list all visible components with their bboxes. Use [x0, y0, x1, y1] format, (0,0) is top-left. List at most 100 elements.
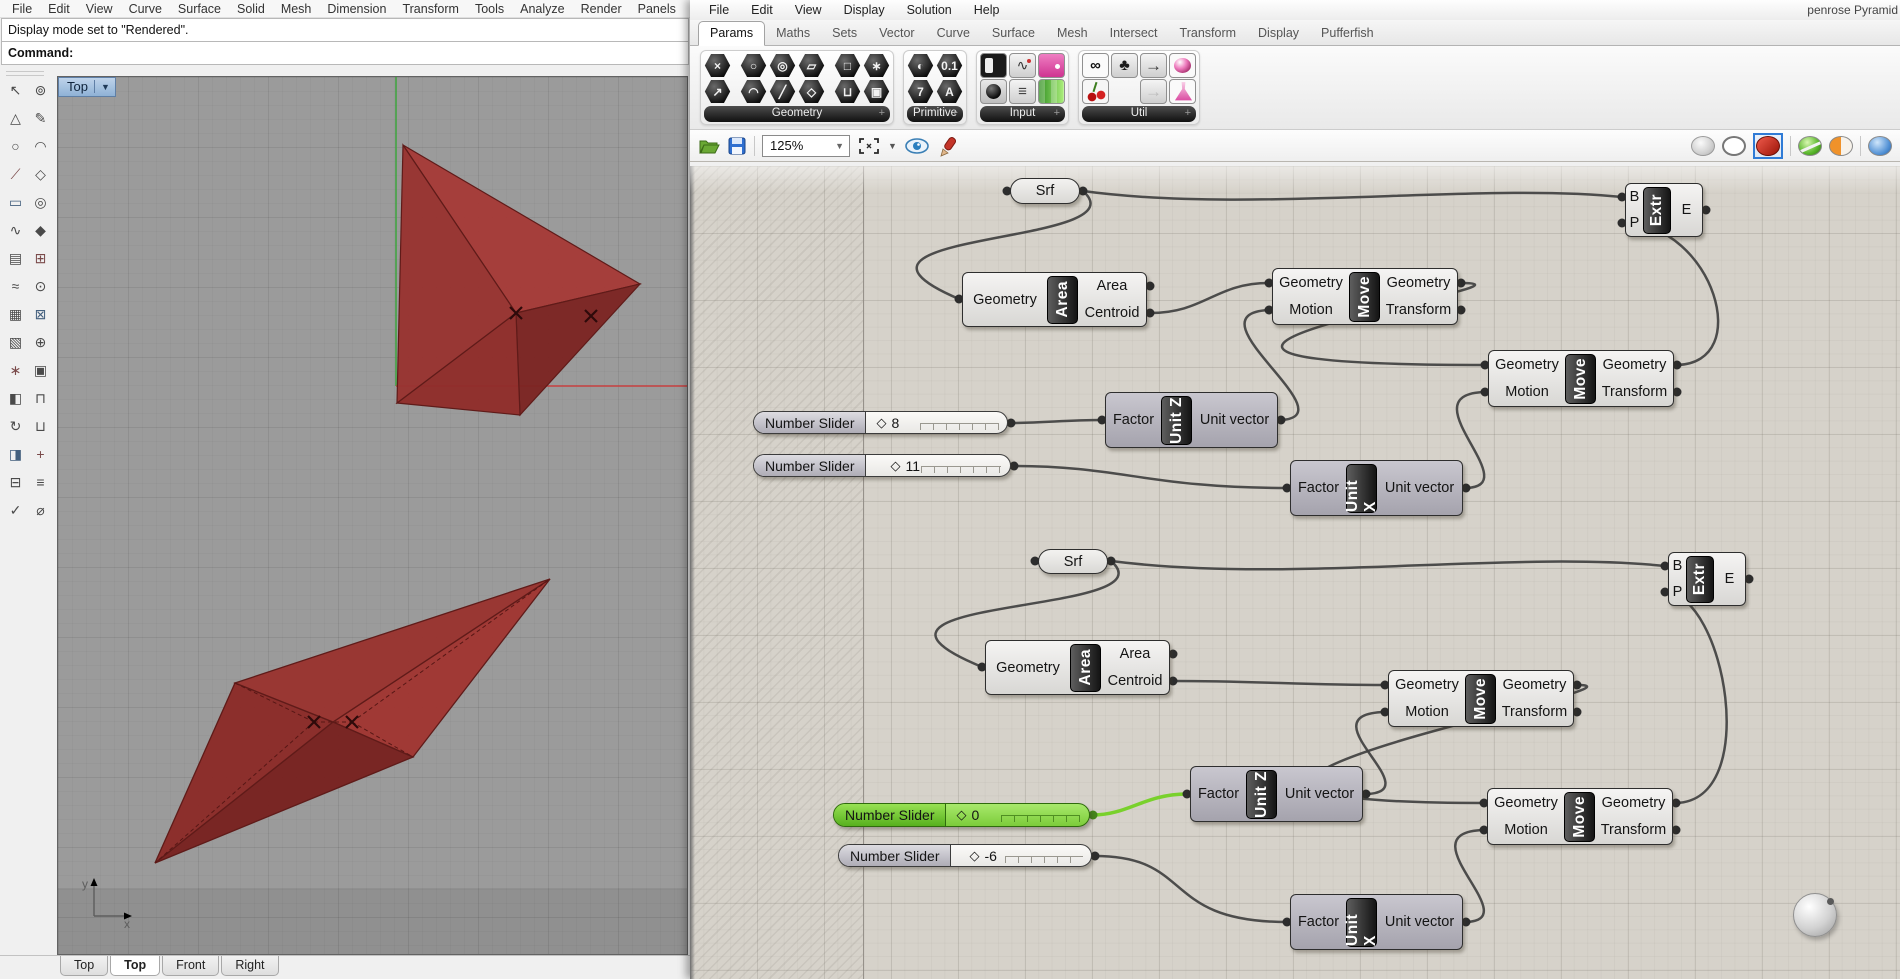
param-viewer-icon[interactable]: ∞: [1082, 53, 1109, 78]
number-slider-11[interactable]: Number Slider ◇ 11: [753, 454, 1011, 477]
group-menu-icon[interactable]: +: [879, 106, 885, 121]
solid-icon[interactable]: ◆: [28, 216, 53, 244]
component-tag[interactable]: Move: [1349, 272, 1380, 322]
rhino-menu-item[interactable]: Tools: [467, 2, 512, 16]
point-icon[interactable]: △: [3, 104, 28, 132]
param-vector-icon[interactable]: ↗: [704, 79, 731, 104]
sphere-icon[interactable]: ⊙: [28, 272, 53, 300]
tab-sets[interactable]: Sets: [821, 22, 868, 45]
param-number-icon[interactable]: 0.1: [936, 53, 963, 78]
param-arc-icon[interactable]: ◠: [740, 79, 767, 104]
output-ports[interactable]: E: [1714, 553, 1745, 605]
tab-display[interactable]: Display: [1247, 22, 1310, 45]
output-ports[interactable]: GeometryTransform: [1596, 351, 1673, 406]
tab-vector[interactable]: Vector: [868, 22, 925, 45]
hatch-icon[interactable]: ▧: [3, 328, 28, 356]
fitness-landscape-icon[interactable]: ♣: [1111, 53, 1138, 78]
arc-icon[interactable]: ◠: [28, 132, 53, 160]
viewport-tab-front[interactable]: Front: [162, 956, 219, 976]
tab-curve[interactable]: Curve: [926, 22, 981, 45]
gh-menu-item[interactable]: Display: [833, 3, 896, 17]
param-srf-2[interactable]: Srf: [1038, 549, 1108, 574]
component-unit-x-1[interactable]: Factor Unit X Unit vector: [1290, 460, 1463, 516]
layers-icon[interactable]: ≡: [28, 468, 53, 496]
param-mesh-icon[interactable]: ∗: [863, 53, 890, 78]
annotate-icon[interactable]: ✎: [28, 104, 53, 132]
param-text-icon[interactable]: A: [936, 79, 963, 104]
component-tag[interactable]: Move: [1565, 354, 1596, 404]
preview-eye-icon[interactable]: [904, 136, 930, 156]
graph-mapper-icon[interactable]: ∿: [1009, 53, 1036, 78]
mirror-icon[interactable]: ⊟: [3, 468, 28, 496]
param-boolean-icon[interactable]: ◐: [907, 53, 934, 78]
rhino-menu-item[interactable]: View: [78, 2, 121, 16]
output-ports[interactable]: GeometryTransform: [1496, 671, 1573, 726]
curve-tools-icon[interactable]: ∿: [3, 216, 28, 244]
param-circle-icon[interactable]: ○: [740, 53, 767, 78]
tab-surface[interactable]: Surface: [981, 22, 1046, 45]
rhino-menu-item[interactable]: Edit: [40, 2, 78, 16]
number-slider-8[interactable]: Number Slider ◇ 8: [753, 411, 1008, 434]
param-srf-1[interactable]: Srf: [1010, 178, 1080, 204]
slider-knob[interactable]: ◇: [890, 458, 900, 474]
plane-icon[interactable]: ⊞: [28, 244, 53, 272]
group-menu-icon[interactable]: +: [1054, 106, 1060, 121]
param-integer-icon[interactable]: 7: [907, 79, 934, 104]
viewport-title-tab[interactable]: Top ▼: [58, 77, 116, 97]
input-ports[interactable]: Geometry: [986, 641, 1070, 694]
output-ports[interactable]: Unit vector: [1192, 393, 1277, 447]
param-point-icon[interactable]: ◇: [798, 79, 825, 104]
input-ports[interactable]: Geometry: [963, 273, 1047, 326]
control-point-icon[interactable]: ◇: [28, 160, 53, 188]
tab-intersect[interactable]: Intersect: [1099, 22, 1169, 45]
check-icon[interactable]: ✓: [3, 496, 28, 524]
slider-label[interactable]: Number Slider: [754, 412, 866, 433]
rotate-icon[interactable]: ↻: [3, 412, 28, 440]
wave-icon[interactable]: ≈: [3, 272, 28, 300]
component-tag[interactable]: Extr: [1643, 187, 1671, 234]
component-extrude-point-2[interactable]: BP Extr E: [1668, 552, 1746, 606]
shade-icon[interactable]: ◨: [3, 440, 28, 468]
display-shaded-selected[interactable]: [1753, 133, 1783, 159]
input-ports[interactable]: GeometryMotion: [1273, 269, 1349, 324]
gradient-icon[interactable]: [1038, 79, 1065, 104]
select-icon[interactable]: ↖: [3, 76, 28, 104]
component-tag[interactable]: Move: [1465, 674, 1496, 724]
button-icon[interactable]: [980, 79, 1007, 104]
rhino-viewport-top[interactable]: Top ▼ y x: [57, 76, 688, 955]
number-slider-minus6[interactable]: Number Slider ◇ -6: [838, 844, 1092, 867]
zoom-menu-chevron-icon[interactable]: ▼: [888, 141, 897, 151]
rhino-menu-item[interactable]: Surface: [170, 2, 229, 16]
rhino-menu-item[interactable]: Analyze: [512, 2, 572, 16]
slider-track[interactable]: ◇ 8: [866, 412, 1007, 433]
rhino-menu-item[interactable]: Render: [573, 2, 630, 16]
slider-knob[interactable]: ◇: [876, 415, 886, 431]
component-move-3[interactable]: GeometryMotion Move GeometryTransform: [1388, 670, 1574, 727]
value-list-icon[interactable]: ≡: [1009, 79, 1036, 104]
output-ports[interactable]: GeometryTransform: [1595, 789, 1672, 844]
component-tag[interactable]: Move: [1564, 792, 1595, 842]
component-tag[interactable]: Area: [1047, 276, 1078, 324]
paint-tool-icon[interactable]: [937, 135, 961, 157]
display-ghosted-icon[interactable]: [1691, 136, 1715, 156]
number-slider-icon[interactable]: [980, 53, 1007, 78]
save-file-icon[interactable]: [727, 136, 747, 156]
rhino-command-input[interactable]: Command:: [1, 42, 689, 65]
input-ports[interactable]: Factor: [1191, 767, 1246, 821]
param-line-icon[interactable]: ╱: [769, 79, 796, 104]
rhino-menu-item[interactable]: File: [4, 2, 40, 16]
param-spiral-icon[interactable]: ◎: [769, 53, 796, 78]
add-icon[interactable]: +: [28, 440, 53, 468]
zoom-extents-icon[interactable]: [857, 136, 881, 156]
component-tag[interactable]: Unit Z: [1161, 396, 1192, 445]
pyramid-top[interactable]: [397, 145, 640, 415]
output-ports[interactable]: Unit vector: [1377, 895, 1462, 949]
slider-track[interactable]: ◇ 11: [866, 455, 1010, 476]
param-plane-icon[interactable]: ▱: [798, 53, 825, 78]
output-ports[interactable]: AreaCentroid: [1078, 273, 1146, 326]
param-brep-icon[interactable]: ▣: [863, 79, 890, 104]
offset-icon[interactable]: ⊔: [28, 412, 53, 440]
output-ports[interactable]: Unit vector: [1377, 461, 1462, 515]
slider-label[interactable]: Number Slider: [754, 455, 866, 476]
ellipse-icon[interactable]: ◎: [28, 188, 53, 216]
